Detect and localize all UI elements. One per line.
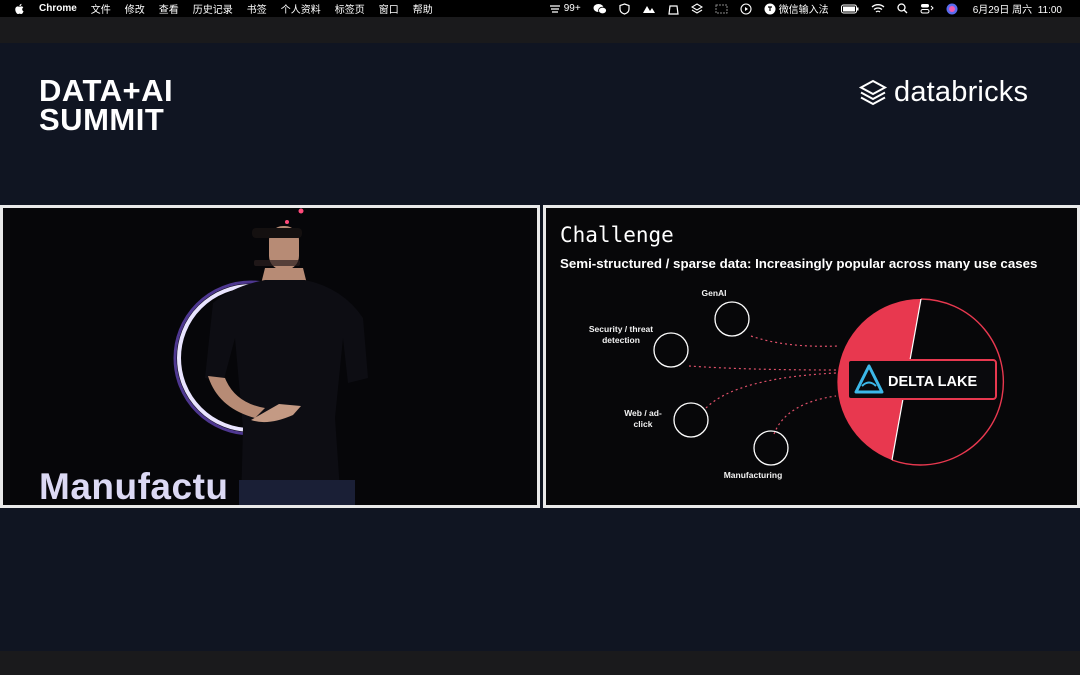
notification-tray-item[interactable]: 99+ (543, 3, 587, 14)
logo-line-2: SUMMIT (39, 102, 165, 137)
input-method-label: 微信输入法 (778, 5, 829, 16)
browser-chrome-strip (0, 17, 1080, 43)
battery-tray[interactable] (835, 4, 865, 14)
node-web-circle (673, 402, 709, 438)
data-ai-summit-logo: DATA+AI SUMMIT (39, 73, 174, 137)
lines-icon (549, 4, 560, 13)
databricks-logo: databricks (858, 76, 1028, 109)
dock-strip (0, 651, 1080, 675)
databricks-stack-icon (858, 79, 888, 105)
node-genai-circle (714, 301, 750, 337)
arrow-genai (750, 335, 839, 347)
input-method-icon (764, 3, 776, 14)
play-circle-icon (740, 2, 752, 15)
logo-line-1: DATA+AI (39, 73, 174, 108)
mountain-icon (642, 5, 655, 13)
menu-history[interactable]: 历史记录 (186, 1, 240, 16)
screen-tray[interactable] (709, 4, 734, 14)
menu-tabs[interactable]: 标签页 (328, 1, 372, 16)
shield-tray[interactable] (613, 2, 636, 15)
wifi-icon (871, 4, 885, 13)
arrow-web (705, 372, 837, 409)
node-label-web: Web / ad-click (624, 408, 662, 429)
menu-view[interactable]: 查看 (152, 1, 186, 16)
search-icon (897, 3, 908, 14)
menu-bookmarks[interactable]: 书签 (240, 1, 274, 16)
speaker-video-frame (3, 208, 537, 505)
menu-window[interactable]: 窗口 (372, 1, 406, 16)
bag-tray[interactable] (662, 3, 685, 15)
arrow-manufacturing (773, 395, 837, 435)
play-tray[interactable] (734, 2, 758, 15)
screen-icon (715, 4, 728, 13)
menu-edit[interactable]: 修改 (118, 1, 152, 16)
shield-icon (619, 2, 630, 15)
menu-profiles[interactable]: 个人资料 (274, 1, 328, 16)
menu-app-chrome[interactable]: Chrome (32, 3, 84, 14)
video-background-caption: Manufactu (39, 466, 229, 507)
node-manufacturing-circle (753, 430, 789, 466)
speaker-video-panel[interactable]: Manufactu (0, 205, 540, 508)
siri-tray[interactable] (940, 3, 964, 15)
control-center-icon (920, 4, 934, 14)
clock-tray[interactable]: 6月29日 周六 11:00 (964, 1, 1068, 16)
mountain-tray[interactable] (636, 4, 662, 14)
wechat-icon (593, 3, 607, 14)
notification-count: 99+ (563, 3, 581, 14)
wifi-tray[interactable] (865, 3, 891, 14)
apple-icon[interactable] (14, 3, 26, 15)
node-label-security: Security / threat detection (588, 324, 654, 345)
menu-bar: Chrome 文件 修改 查看 历史记录 书签 个人资料 标签页 窗口 帮助 9… (0, 0, 1080, 17)
layers-tray[interactable] (685, 2, 709, 15)
menu-help[interactable]: 帮助 (406, 1, 440, 16)
arrow-security (688, 365, 837, 371)
bag-icon (668, 4, 679, 15)
databricks-wordmark: databricks (894, 76, 1029, 108)
datetime-label: 6月29日 周六 11:00 (972, 5, 1062, 16)
node-label-manufacturing: Manufacturing (723, 470, 783, 480)
siri-icon (946, 3, 958, 14)
presentation-slide-panel[interactable]: Challenge Semi-structured / sparse data:… (543, 205, 1080, 508)
use-case-diagram: DELTA LAKE (653, 298, 1004, 466)
node-label-genai: GenAI (701, 288, 727, 298)
layers-icon (690, 2, 703, 14)
delta-lake-label: DELTA LAKE (888, 374, 977, 390)
input-method-tray[interactable]: 微信输入法 (758, 1, 835, 16)
control-center-tray[interactable] (914, 3, 940, 14)
menu-file[interactable]: 文件 (84, 1, 118, 16)
search-tray[interactable] (891, 3, 914, 14)
wechat-tray[interactable] (587, 3, 613, 15)
battery-icon (840, 4, 859, 13)
